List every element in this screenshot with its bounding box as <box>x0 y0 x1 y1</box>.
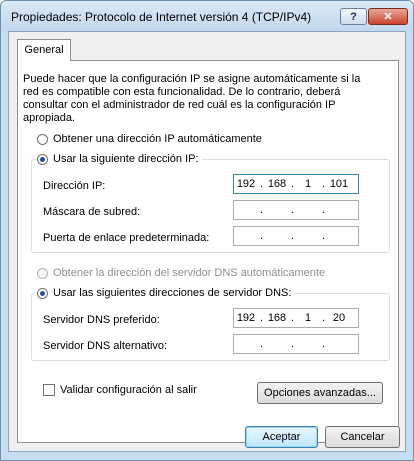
ip-octet: 1 <box>304 178 312 190</box>
ok-button[interactable]: Aceptar <box>245 426 318 448</box>
advanced-options-button[interactable]: Opciones avanzadas... <box>257 382 383 404</box>
radio-use-ip[interactable]: Usar la siguiente dirección IP: <box>37 153 202 165</box>
default-gateway-label: Puerta de enlace predeterminada: <box>43 232 210 244</box>
description-text: Puede hacer que la configuración IP se a… <box>23 73 361 124</box>
radio-obtain-dns-auto[interactable]: Obtener la dirección del servidor DNS au… <box>37 267 325 279</box>
validate-on-exit-label: Validar configuración al salir <box>60 384 197 396</box>
dialog-client-area: General Puede hacer que la configuración… <box>8 31 406 452</box>
ip-octet: 20 <box>332 312 346 324</box>
octet-separator: . <box>321 230 326 242</box>
octet-separator: . <box>259 338 264 350</box>
validate-on-exit-checkbox-box[interactable] <box>43 384 55 396</box>
octet-separator: . <box>321 312 326 324</box>
radio-obtain-dns-auto-label: Obtener la dirección del servidor DNS au… <box>53 267 326 279</box>
octet-separator: . <box>290 230 295 242</box>
radio-use-ip-indicator[interactable] <box>37 153 48 165</box>
octet-separator: . <box>290 204 295 216</box>
close-button[interactable]: ✕ <box>368 8 408 25</box>
radio-obtain-ip-auto[interactable]: Obtener una dirección IP automáticamente <box>37 133 262 145</box>
octet-separator: . <box>321 178 326 190</box>
subnet-mask-field[interactable]: . . . <box>233 200 359 220</box>
ip-octet: 192 <box>236 178 256 190</box>
title-bar[interactable]: Propiedades: Protocolo de Internet versi… <box>1 1 413 31</box>
ip-octet: 168 <box>267 312 287 324</box>
radio-obtain-ip-auto-label: Obtener una dirección IP automáticamente <box>53 133 262 145</box>
octet-separator: . <box>259 312 264 324</box>
ip-octet: 101 <box>329 178 349 190</box>
octet-separator: . <box>290 178 295 190</box>
octet-separator: . <box>290 338 295 350</box>
ip-octet: 168 <box>267 178 287 190</box>
help-button[interactable]: ? <box>340 8 367 25</box>
octet-separator: . <box>259 230 264 242</box>
ip-octet: 1 <box>304 312 312 324</box>
window-title: Propiedades: Protocolo de Internet versi… <box>11 10 312 24</box>
alternate-dns-field[interactable]: . . . <box>233 334 359 354</box>
octet-separator: . <box>259 178 264 190</box>
octet-separator: . <box>290 312 295 324</box>
radio-use-ip-label: Usar la siguiente dirección IP: <box>53 153 199 165</box>
subnet-mask-label: Máscara de subred: <box>43 206 141 218</box>
radio-use-dns[interactable]: Usar las siguientes direcciones de servi… <box>37 287 295 299</box>
tab-general[interactable]: General <box>17 39 71 61</box>
default-gateway-field[interactable]: . . . <box>233 226 359 246</box>
radio-obtain-dns-auto-indicator[interactable] <box>37 267 48 279</box>
ip-octet: 192 <box>236 312 256 324</box>
ip-address-label: Dirección IP: <box>43 180 106 192</box>
cancel-button[interactable]: Cancelar <box>325 426 400 448</box>
validate-on-exit-checkbox[interactable]: Validar configuración al salir <box>43 384 197 396</box>
octet-separator: . <box>321 338 326 350</box>
ip-address-field[interactable]: 192. 168. 1. 101 <box>233 174 359 194</box>
radio-obtain-ip-auto-indicator[interactable] <box>37 133 48 145</box>
radio-use-dns-label: Usar las siguientes direcciones de servi… <box>53 287 292 299</box>
radio-use-dns-indicator[interactable] <box>37 287 48 299</box>
preferred-dns-label: Servidor DNS preferido: <box>43 314 160 326</box>
preferred-dns-field[interactable]: 192. 168. 1. 20 <box>233 308 359 328</box>
alternate-dns-label: Servidor DNS alternativo: <box>43 340 168 352</box>
dialog-window: Propiedades: Protocolo de Internet versi… <box>0 0 414 461</box>
octet-separator: . <box>259 204 264 216</box>
octet-separator: . <box>321 204 326 216</box>
